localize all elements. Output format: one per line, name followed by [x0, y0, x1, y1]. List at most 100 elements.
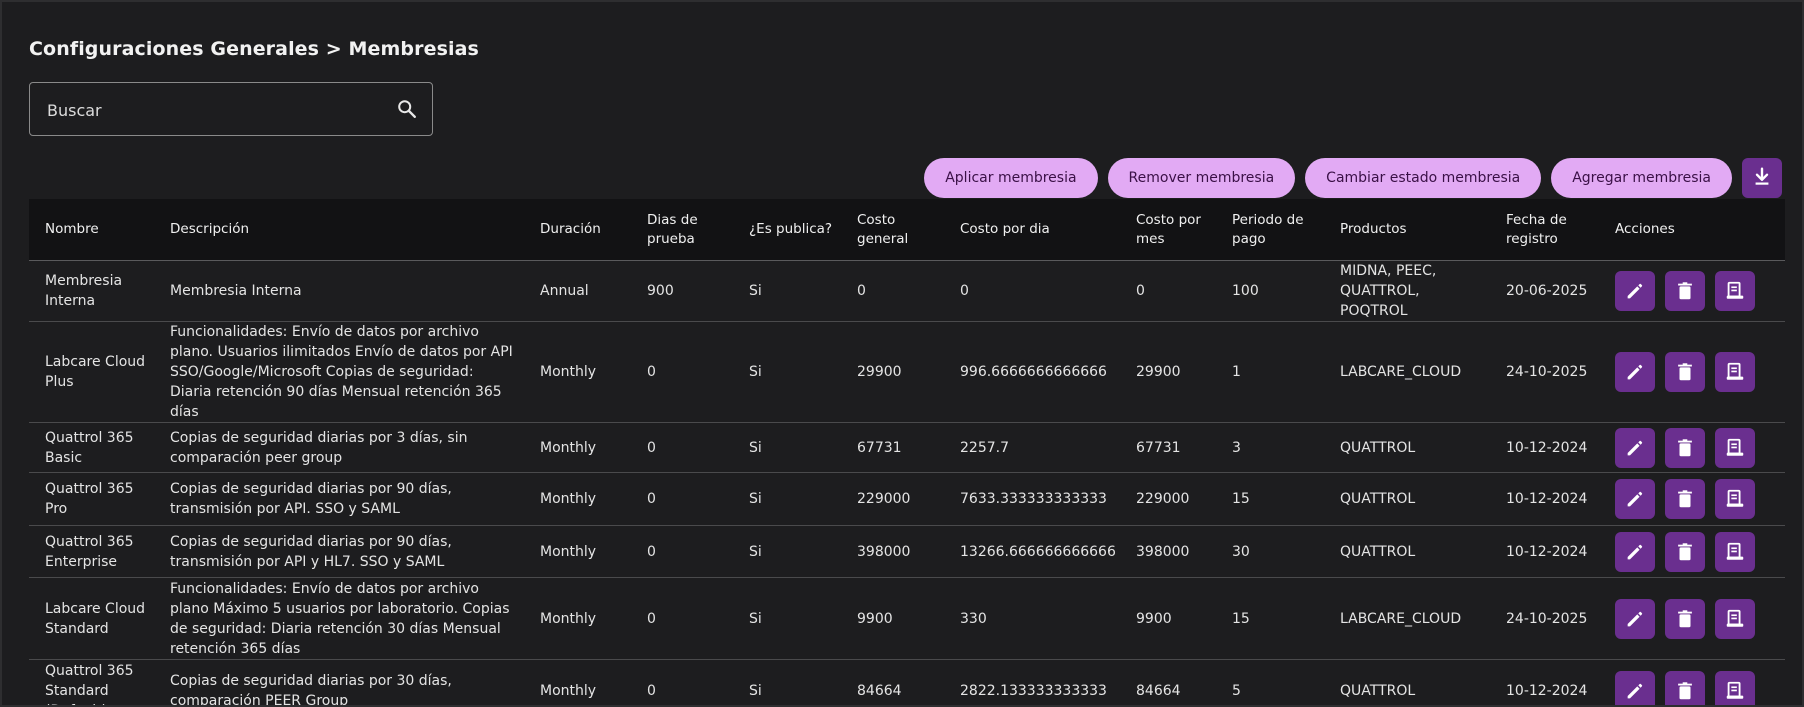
column-header-periodo-pago[interactable]: Periodo de pago	[1216, 199, 1324, 261]
table-body: Membresia Interna Membresia Interna Annu…	[29, 260, 1785, 705]
table-row[interactable]: Quattrol 365 Standard (Default) Copias d…	[29, 659, 1785, 705]
pencil-icon	[1624, 437, 1646, 459]
cell-acciones	[1599, 525, 1785, 578]
download-button[interactable]	[1742, 158, 1782, 198]
trash-icon	[1674, 541, 1696, 563]
delete-button[interactable]	[1665, 670, 1705, 705]
cell-fecha-registro: 10-12-2024	[1490, 525, 1599, 578]
edit-button[interactable]	[1615, 352, 1655, 392]
edit-button[interactable]	[1615, 479, 1655, 519]
cell-dias-prueba: 900	[631, 260, 733, 322]
column-header-costo-mes[interactable]: Costo por mes	[1120, 199, 1216, 261]
table-row[interactable]: Quattrol 365 Pro Copias de seguridad dia…	[29, 472, 1785, 526]
pencil-icon	[1624, 608, 1646, 630]
cell-periodo-pago: 3	[1216, 422, 1324, 473]
cell-costo-mes: 84664	[1120, 659, 1216, 705]
cell-periodo-pago: 5	[1216, 659, 1324, 705]
table-row[interactable]: Membresia Interna Membresia Interna Annu…	[29, 260, 1785, 322]
cell-periodo-pago: 30	[1216, 525, 1324, 578]
receipt-icon	[1724, 488, 1746, 510]
table-row[interactable]: Labcare Cloud Standard Funcionalidades: …	[29, 577, 1785, 660]
cell-nombre: Quattrol 365 Enterprise	[29, 525, 154, 578]
trash-icon	[1674, 361, 1696, 383]
edit-button[interactable]	[1615, 271, 1655, 311]
cell-costo-general: 29900	[841, 321, 944, 423]
pencil-icon	[1624, 280, 1646, 302]
detail-button[interactable]	[1715, 427, 1755, 468]
cell-duracion: Monthly	[524, 422, 631, 473]
cell-es-publica: Si	[733, 472, 841, 526]
search-box	[29, 82, 433, 137]
cell-costo-dia: 2822.133333333333	[944, 659, 1120, 705]
cell-descripcion: Funcionalidades: Envío de datos por arch…	[154, 321, 524, 423]
search-input[interactable]	[45, 83, 389, 137]
column-header-productos[interactable]: Productos	[1324, 199, 1490, 261]
remove-membership-button[interactable]: Remover membresia	[1107, 158, 1296, 198]
table-row[interactable]: Labcare Cloud Plus Funcionalidades: Enví…	[29, 321, 1785, 423]
cell-dias-prueba: 0	[631, 525, 733, 578]
column-header-duracion[interactable]: Duración	[524, 199, 631, 261]
column-header-costo-general[interactable]: Costo general	[841, 199, 944, 261]
delete-button[interactable]	[1665, 598, 1705, 639]
cell-descripcion: Membresia Interna	[154, 260, 524, 322]
delete-button[interactable]	[1665, 427, 1705, 468]
delete-button[interactable]	[1665, 531, 1705, 572]
edit-button[interactable]	[1615, 598, 1655, 639]
delete-button[interactable]	[1665, 352, 1705, 392]
edit-button[interactable]	[1615, 531, 1655, 572]
cell-descripcion: Copias de seguridad diarias por 30 días,…	[154, 659, 524, 705]
cell-descripcion: Copias de seguridad diarias por 90 días,…	[154, 472, 524, 526]
search-icon[interactable]	[396, 98, 418, 120]
delete-button[interactable]	[1665, 271, 1705, 311]
column-header-costo-dia[interactable]: Costo por dia	[944, 199, 1120, 261]
add-membership-button[interactable]: Agregar membresia	[1551, 158, 1732, 198]
cell-periodo-pago: 1	[1216, 321, 1324, 423]
trash-icon	[1674, 280, 1696, 302]
cell-productos: QUATTROL	[1324, 525, 1490, 578]
receipt-icon	[1724, 280, 1746, 302]
cell-costo-mes: 9900	[1120, 577, 1216, 660]
cell-costo-general: 398000	[841, 525, 944, 578]
change-membership-status-button[interactable]: Cambiar estado membresia	[1305, 158, 1542, 198]
detail-button[interactable]	[1715, 352, 1755, 392]
column-header-dias-prueba[interactable]: Dias de prueba	[631, 199, 733, 261]
cell-dias-prueba: 0	[631, 659, 733, 705]
cell-acciones	[1599, 659, 1785, 705]
detail-button[interactable]	[1715, 598, 1755, 639]
detail-button[interactable]	[1715, 531, 1755, 572]
membership-table: Nombre Descripción Duración Dias de prue…	[29, 199, 1785, 705]
pencil-icon	[1624, 541, 1646, 563]
receipt-icon	[1724, 680, 1746, 702]
cell-dias-prueba: 0	[631, 472, 733, 526]
table-row[interactable]: Quattrol 365 Basic Copias de seguridad d…	[29, 422, 1785, 473]
receipt-icon	[1724, 541, 1746, 563]
cell-productos: MIDNA, PEEC, QUATTROL, POQTROL	[1324, 260, 1490, 322]
detail-button[interactable]	[1715, 271, 1755, 311]
table-row[interactable]: Quattrol 365 Enterprise Copias de seguri…	[29, 525, 1785, 578]
detail-button[interactable]	[1715, 479, 1755, 519]
column-header-es-publica[interactable]: ¿Es publica?	[733, 199, 841, 261]
cell-nombre: Quattrol 365 Standard (Default)	[29, 659, 154, 705]
cell-es-publica: Si	[733, 525, 841, 578]
edit-button[interactable]	[1615, 670, 1655, 705]
cell-descripcion: Copias de seguridad diarias por 3 días, …	[154, 422, 524, 473]
membership-settings-panel: Configuraciones Generales > Membresias A…	[0, 0, 1804, 707]
column-header-fecha-registro[interactable]: Fecha de registro	[1490, 199, 1599, 261]
column-header-nombre[interactable]: Nombre	[29, 199, 154, 261]
cell-duracion: Monthly	[524, 659, 631, 705]
cell-costo-dia: 330	[944, 577, 1120, 660]
trash-icon	[1674, 608, 1696, 630]
trash-icon	[1674, 680, 1696, 702]
cell-productos: LABCARE_CLOUD	[1324, 321, 1490, 423]
detail-button[interactable]	[1715, 670, 1755, 705]
trash-icon	[1674, 488, 1696, 510]
membership-actions-bar: Aplicar membresia Remover membresia Camb…	[924, 158, 1782, 198]
column-header-descripcion[interactable]: Descripción	[154, 199, 524, 261]
cell-es-publica: Si	[733, 260, 841, 322]
apply-membership-button[interactable]: Aplicar membresia	[924, 158, 1098, 198]
edit-button[interactable]	[1615, 427, 1655, 468]
delete-button[interactable]	[1665, 479, 1705, 519]
pencil-icon	[1624, 488, 1646, 510]
cell-costo-general: 67731	[841, 422, 944, 473]
cell-costo-dia: 996.6666666666666	[944, 321, 1120, 423]
